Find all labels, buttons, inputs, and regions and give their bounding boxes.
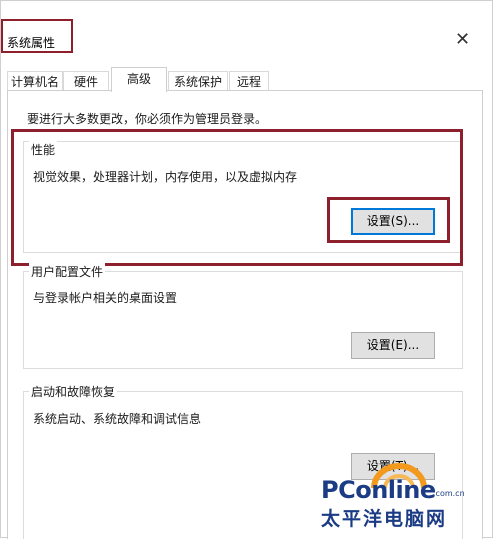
startup-recovery-description: 系统启动、系统故障和调试信息 xyxy=(33,412,202,426)
window-title: 系统属性 xyxy=(7,36,56,50)
tab-remote[interactable]: 远程 xyxy=(229,71,269,91)
tab-computer-name[interactable]: 计算机名 xyxy=(7,71,63,91)
watermark-domain: .com.cn xyxy=(433,489,465,498)
tab-hardware[interactable]: 硬件 xyxy=(63,71,109,91)
startup-recovery-title: 启动和故障恢复 xyxy=(29,383,118,400)
user-profile-description: 与登录帐户相关的桌面设置 xyxy=(33,291,178,305)
performance-button-highlight-box xyxy=(327,197,450,243)
tab-advanced[interactable]: 高级 xyxy=(111,67,167,92)
user-profile-title: 用户配置文件 xyxy=(29,263,106,280)
tab-system-protection[interactable]: 系统保护 xyxy=(168,71,228,91)
watermark-chinese-text: 太平洋电脑网 xyxy=(321,508,448,530)
watermark-logo-text: PConline xyxy=(321,476,436,504)
admin-notice: 要进行大多数更改，你必须作为管理员登录。 xyxy=(27,112,268,126)
system-properties-window: 系统属性 ✕ 计算机名 硬件 高级 系统保护 远程 要进行大多数更改，你必须作为… xyxy=(0,0,493,539)
close-icon[interactable]: ✕ xyxy=(455,29,470,50)
user-profile-settings-button[interactable]: 设置(E)... xyxy=(351,332,435,359)
pconline-watermark: PConline .com.cn 太平洋电脑网 xyxy=(291,456,491,536)
